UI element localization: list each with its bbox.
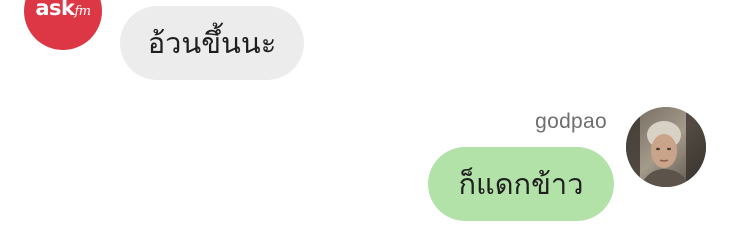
askfm-logo: askfm: [24, 0, 102, 19]
incoming-message-bubble: อ้วนขึ้นนะ: [120, 6, 304, 80]
user-avatar[interactable]: [626, 107, 706, 187]
askfm-logo-suffix: fm: [74, 4, 92, 19]
askfm-avatar: askfm: [24, 0, 102, 50]
user-photo-icon: [626, 107, 706, 187]
outgoing-message-bubble: ก็แดกข้าว: [428, 147, 614, 221]
outgoing-message-text: ก็แดกข้าว: [458, 167, 584, 201]
askfm-logo-main: ask: [35, 0, 75, 20]
sender-username: godpao: [535, 110, 607, 133]
incoming-message-text: อ้วนขึ้นนะ: [147, 26, 277, 60]
